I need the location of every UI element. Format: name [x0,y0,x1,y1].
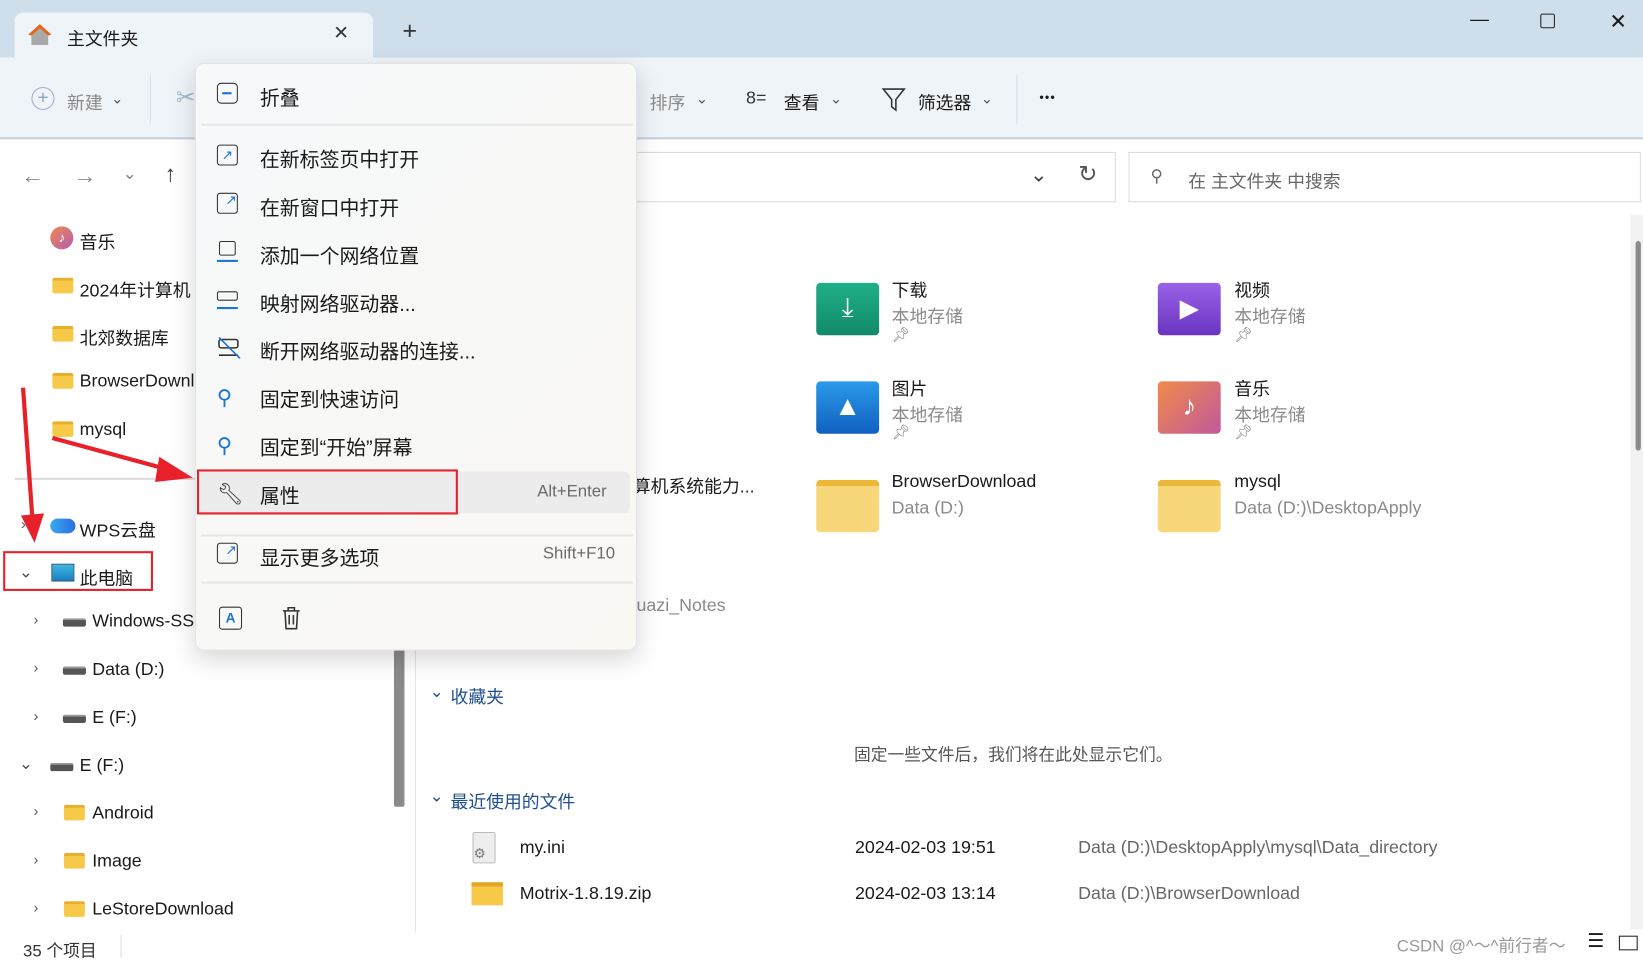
folder-icon [63,852,85,869]
pin-icon: 📌︎ [891,423,911,441]
view-icon: 8= [746,88,767,108]
qa-mysql-name[interactable]: mysql [1234,472,1281,493]
status-divider [120,934,122,958]
annotation-highlight-box [3,551,153,591]
expand-chevron-icon[interactable]: › [34,659,39,676]
qa-videos-sub: 本地存储 [1234,307,1306,327]
delete-icon[interactable] [280,606,303,631]
annotation-arrowhead [155,456,193,482]
annotation-arrow-down [20,387,35,520]
favorites-chevron-icon[interactable]: ⌄ [430,681,444,702]
nav-item-lestore[interactable]: LeStoreDownload [92,899,234,920]
watermark: CSDN @^～^前行者～ [1396,937,1566,956]
search-input[interactable]: ⚲ 在 主文件夹 中搜索 [1128,151,1641,203]
nav-scrollbar[interactable] [393,649,405,807]
address-dropdown-icon[interactable]: ⌄ [1030,161,1048,187]
qa-item-computer[interactable]: 算机系统能力... [633,472,755,498]
filter-icon [881,88,906,112]
downloads-folder-icon: ⤓ [816,282,880,336]
settings-file-icon: ⚙ [472,831,496,864]
search-placeholder: 在 主文件夹 中搜索 [1188,171,1341,192]
expand-chevron-icon[interactable]: › [34,851,39,868]
drive-icon [62,666,86,675]
more-button[interactable]: ••• [1039,90,1055,105]
annotation-arrowhead [20,513,45,543]
qa-downloads-sub: 本地存储 [891,307,963,327]
maximize-button[interactable] [1540,13,1555,29]
recent-chevron-icon[interactable]: ⌄ [430,786,444,807]
refresh-button[interactable]: ↻ [1078,160,1097,187]
details-view-icon[interactable]: ☰ [1587,930,1604,952]
recent-header[interactable]: 最近使用的文件 [451,787,576,813]
qa-pictures-name[interactable]: 图片 [892,374,928,400]
qa-downloads-name[interactable]: 下载 [892,276,928,302]
nav-item-data-d[interactable]: Data (D:) [92,659,164,680]
expand-chevron-icon[interactable]: › [34,707,39,724]
chevron-down-icon: ⌄ [829,90,843,107]
folder-icon [63,804,85,821]
mysql-folder-icon [1157,479,1221,533]
file-path: Data (D:)\DesktopApply\mysql\Data_direct… [1078,837,1438,858]
search-icon: ⚲ [1150,167,1163,186]
pin-icon: 📌︎ [891,325,911,343]
rename-icon[interactable]: A [218,606,243,630]
music-folder-icon: ♪ [1157,381,1221,434]
folder-icon [63,901,85,917]
videos-folder-icon: ▶ [1157,282,1221,336]
tiles-view-icon[interactable] [1618,935,1638,951]
browserdownload-folder-icon [816,479,880,533]
drive-icon [62,618,86,627]
qa-browserdownload-name[interactable]: BrowserDownload [892,472,1037,493]
nav-item-image[interactable]: Image [92,851,142,872]
pin-icon: 📌︎ [1234,423,1253,441]
nav-item-e-f[interactable]: E (F:) [92,707,137,728]
annotation-arrows [20,387,193,543]
qa-music-name[interactable]: 音乐 [1234,374,1270,400]
menu-item-shortcut: Shift+F10 [542,544,616,563]
main-scrollbar-thumb[interactable] [1635,240,1641,451]
drive-icon [62,714,86,723]
file-name: my.ini [519,837,565,858]
file-name: Motrix-1.8.19.zip [519,883,652,904]
qa-huazi-notes[interactable]: huazi_Notes [627,595,726,616]
zip-folder-icon [471,882,503,906]
status-item-count: 35 个项目 [23,943,97,961]
qa-videos-name[interactable]: 视频 [1234,276,1270,302]
nav-item-e-f-root[interactable]: E (F:) [80,755,125,776]
collapse-chevron-icon[interactable]: ⌄ [19,753,33,774]
chevron-down-icon: ⌄ [695,90,709,107]
chevron-down-icon: ⌄ [980,90,994,107]
favorites-header[interactable]: 收藏夹 [451,682,504,708]
expand-chevron-icon[interactable]: › [34,803,39,820]
file-date: 2024-02-03 13:14 [855,883,996,904]
favorites-empty-text: 固定一些文件后，我们将在此处显示它们。 [853,747,1173,765]
qa-mysql-sub: Data (D:)\DesktopApply [1234,497,1422,518]
file-path: Data (D:)\BrowserDownload [1078,883,1300,904]
minimize-button[interactable]: — [1470,8,1489,30]
menu-item-shortcut: Alt+Enter [537,483,607,501]
nav-item-android[interactable]: Android [92,803,153,824]
expand-chevron-icon[interactable]: › [34,611,39,628]
annotation-arrow-right [51,435,169,472]
expand-chevron-icon[interactable]: › [34,899,39,916]
nav-item-windows[interactable]: Windows-SS [92,611,194,632]
pictures-folder-icon: ▲ [816,381,880,434]
drive-icon [50,762,74,772]
pin-icon: 📌︎ [1234,325,1253,343]
qa-browserdownload-sub: Data (D:) [891,497,964,518]
filter-button[interactable]: 筛选器 [918,88,971,114]
close-button[interactable]: ✕ [1609,8,1627,34]
file-date: 2024-02-03 19:51 [855,837,996,858]
sort-button[interactable]: 排序 [650,88,686,114]
toolbar-divider [1016,75,1018,124]
view-button[interactable]: 查看 [784,88,820,114]
